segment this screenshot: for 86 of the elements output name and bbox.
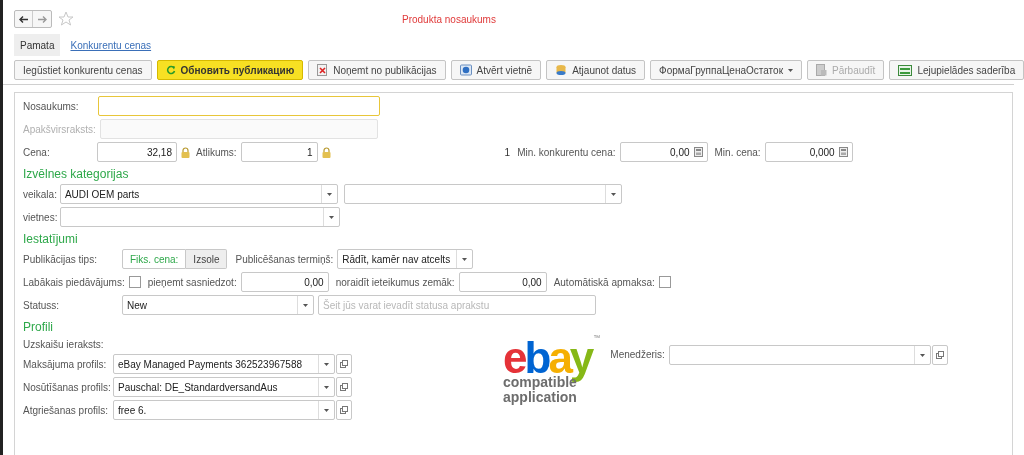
dropdown-field[interactable]: New bbox=[122, 295, 314, 315]
caret-icon bbox=[329, 215, 335, 219]
input-field[interactable]: 0,00 bbox=[458, 272, 547, 292]
toolbar-button[interactable]: Lejupielādes saderība bbox=[889, 60, 1024, 80]
window-title: Produkta nosaukums bbox=[402, 12, 496, 27]
caret-icon bbox=[462, 257, 468, 261]
field-label: Uzskaišu ieraksts: bbox=[23, 337, 104, 352]
lock-icon bbox=[321, 146, 331, 158]
dropdown-field[interactable]: eBay Managed Payments 362523967588 bbox=[113, 354, 335, 374]
field-label: Apakšvirsraksts: bbox=[23, 122, 97, 137]
open-icon bbox=[340, 383, 348, 391]
field-label: veikala: bbox=[23, 187, 57, 202]
open-button[interactable] bbox=[336, 377, 352, 397]
caret-icon bbox=[326, 192, 332, 196]
caret-icon bbox=[788, 68, 793, 72]
input-field[interactable]: 1 bbox=[240, 142, 318, 162]
caret-icon bbox=[324, 362, 329, 366]
toolbar-button[interactable]: Atjaunot datus bbox=[546, 60, 646, 80]
input-field[interactable]: 0,000 bbox=[764, 142, 853, 162]
section-heading: Iestatījumi bbox=[23, 232, 79, 246]
input-field[interactable] bbox=[100, 119, 378, 139]
toolbar-button[interactable]: ФормаГруппаЦенаОстаток bbox=[650, 60, 802, 80]
caret-icon bbox=[303, 303, 308, 307]
table-icon bbox=[898, 64, 913, 76]
field-label: Min. cena: bbox=[714, 145, 761, 160]
caret-icon bbox=[324, 385, 329, 389]
toolbar-button[interactable]: Iegūstiet konkurentu cenas bbox=[14, 60, 152, 80]
checkbox[interactable] bbox=[128, 276, 141, 288]
field-label: Atlikums: bbox=[196, 145, 237, 160]
open-icon bbox=[935, 351, 944, 359]
dropdown-field[interactable] bbox=[60, 207, 341, 227]
database-icon bbox=[555, 64, 568, 76]
dropdown-field[interactable]: Pauschal: DE_StandardversandAus bbox=[113, 377, 335, 397]
logo-caption: application bbox=[503, 390, 577, 405]
field-label: Publikācijas tips: bbox=[23, 252, 98, 267]
field-label: Min. konkurentu cena: bbox=[517, 145, 616, 160]
field-label: Menedžeris: bbox=[610, 348, 665, 362]
checkbox[interactable] bbox=[658, 276, 671, 288]
dropdown-field[interactable] bbox=[668, 345, 931, 365]
open-button[interactable] bbox=[931, 345, 948, 365]
toolbar-button[interactable]: Noņemt no publikācijas bbox=[308, 60, 446, 80]
refresh-icon bbox=[165, 65, 176, 75]
input-field[interactable] bbox=[98, 96, 380, 116]
field-label: Atgriešanas profils: bbox=[23, 403, 109, 418]
field-label: Publicēšanas termiņš: bbox=[235, 252, 334, 267]
competitor-count: 1 bbox=[504, 145, 511, 160]
dropdown-field[interactable]: Rādīt, kamēr nav atcelts bbox=[337, 249, 474, 269]
tab[interactable]: Pamata bbox=[14, 34, 61, 56]
star-icon[interactable] bbox=[58, 11, 74, 27]
field-label: Automātiskā apmaksa: bbox=[553, 275, 655, 290]
caret-icon bbox=[919, 353, 925, 357]
field-label: pieņemt sasniedzot: bbox=[147, 275, 237, 290]
section-heading: Izvēlnes kategorijas bbox=[23, 167, 130, 181]
forward-arrow-icon bbox=[37, 15, 47, 23]
input-field[interactable]: 0,00 bbox=[240, 272, 329, 292]
section-heading: Profili bbox=[23, 320, 54, 334]
globe-icon bbox=[459, 64, 472, 76]
open-icon bbox=[340, 406, 348, 414]
dropdown-field[interactable] bbox=[343, 184, 622, 204]
field-label: Labākais piedāvājums: bbox=[23, 275, 125, 290]
field-label: Nosūtīšanas profils: bbox=[23, 380, 109, 395]
field-label: Cena: bbox=[23, 145, 51, 160]
document-icon bbox=[816, 64, 827, 76]
dropdown-field[interactable]: free 6. bbox=[113, 400, 335, 420]
back-arrow-icon bbox=[19, 15, 28, 23]
dropdown-field[interactable]: AUDI OEM parts bbox=[59, 184, 338, 204]
input-field[interactable]: 0,00 bbox=[619, 142, 708, 162]
document-remove-icon bbox=[317, 64, 329, 76]
field-label: noraidīt ieteikumus zemāk: bbox=[335, 275, 455, 290]
caret-icon bbox=[610, 192, 616, 196]
caret-icon bbox=[324, 408, 329, 412]
field-label: Statuss: bbox=[23, 298, 61, 313]
toggle-option[interactable]: Izsole bbox=[186, 249, 228, 269]
open-icon bbox=[340, 360, 348, 368]
calculator-icon[interactable] bbox=[693, 147, 703, 157]
toolbar-button[interactable]: Обновить публикацию bbox=[156, 60, 304, 80]
toolbar-button[interactable]: Atvērt vietnē bbox=[450, 60, 542, 80]
input-field[interactable]: 32,18 bbox=[97, 142, 177, 162]
open-button[interactable] bbox=[336, 400, 352, 420]
field-label: vietnes: bbox=[23, 210, 58, 225]
tab[interactable]: Konkurentu cenas bbox=[64, 34, 158, 56]
lock-icon bbox=[181, 146, 190, 158]
calculator-icon[interactable] bbox=[838, 147, 848, 157]
open-button[interactable] bbox=[336, 354, 352, 374]
field-label: Nosaukums: bbox=[23, 99, 80, 114]
field-label: Maksājuma profils: bbox=[23, 357, 108, 372]
